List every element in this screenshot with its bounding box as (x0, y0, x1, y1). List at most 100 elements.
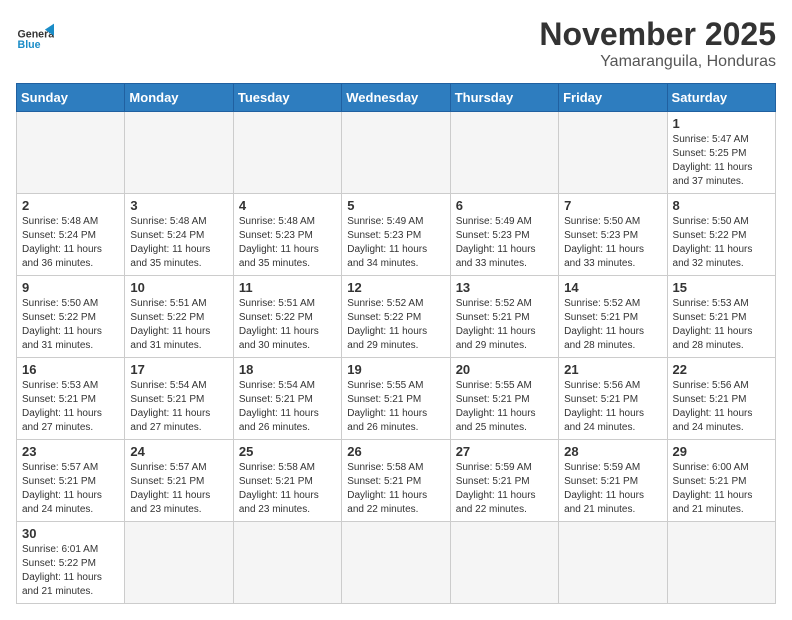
calendar-day-cell: 14 Sunrise: 5:52 AM Sunset: 5:21 PM Dayli… (559, 276, 667, 358)
location: Yamaranguila, Honduras (539, 53, 776, 71)
day-info: Sunrise: 6:00 AM Sunset: 5:21 PM Dayligh… (673, 461, 770, 517)
calendar-day-cell (17, 112, 125, 194)
day-info: Sunrise: 5:54 AM Sunset: 5:21 PM Dayligh… (130, 379, 227, 435)
day-number: 21 (564, 362, 661, 377)
day-info: Sunrise: 5:47 AM Sunset: 5:25 PM Dayligh… (673, 133, 770, 189)
calendar-day-cell (125, 112, 233, 194)
weekday-monday: Monday (125, 84, 233, 112)
day-number: 12 (347, 280, 444, 295)
day-info: Sunrise: 5:52 AM Sunset: 5:21 PM Dayligh… (564, 297, 661, 353)
calendar-day-cell (667, 522, 775, 604)
calendar-day-cell: 10 Sunrise: 5:51 AM Sunset: 5:22 PM Dayli… (125, 276, 233, 358)
day-number: 22 (673, 362, 770, 377)
weekday-saturday: Saturday (667, 84, 775, 112)
day-number: 15 (673, 280, 770, 295)
day-number: 30 (22, 526, 119, 541)
day-number: 2 (22, 198, 119, 213)
calendar-day-cell: 21 Sunrise: 5:56 AM Sunset: 5:21 PM Dayli… (559, 358, 667, 440)
day-number: 29 (673, 444, 770, 459)
calendar-day-cell: 27Sunrise: 5:59 AM Sunset: 5:21 PM Dayli… (450, 440, 558, 522)
weekday-tuesday: Tuesday (233, 84, 341, 112)
logo: General Blue (16, 16, 54, 54)
calendar-week-row: 2 Sunrise: 5:48 AM Sunset: 5:24 PM Daylig… (17, 194, 776, 276)
calendar-day-cell: 30 Sunrise: 6:01 AM Sunset: 5:22 PM Dayli… (17, 522, 125, 604)
day-number: 5 (347, 198, 444, 213)
day-info: Sunrise: 5:58 AM Sunset: 5:21 PM Dayligh… (239, 461, 336, 517)
day-number: 19 (347, 362, 444, 377)
page-header: General Blue November 2025 Yamaranguila,… (16, 16, 776, 71)
day-info: Sunrise: 5:56 AM Sunset: 5:21 PM Dayligh… (564, 379, 661, 435)
day-info: Sunrise: 5:48 AM Sunset: 5:24 PM Dayligh… (130, 215, 227, 271)
calendar-day-cell (342, 112, 450, 194)
calendar-day-cell: 19 Sunrise: 5:55 AM Sunset: 5:21 PM Dayli… (342, 358, 450, 440)
day-info: Sunrise: 5:52 AM Sunset: 5:22 PM Dayligh… (347, 297, 444, 353)
calendar-day-cell: 25 Sunrise: 5:58 AM Sunset: 5:21 PM Dayli… (233, 440, 341, 522)
day-number: 11 (239, 280, 336, 295)
day-info: Sunrise: 5:48 AM Sunset: 5:24 PM Dayligh… (22, 215, 119, 271)
day-info: Sunrise: 5:48 AM Sunset: 5:23 PM Dayligh… (239, 215, 336, 271)
day-number: 14 (564, 280, 661, 295)
calendar-day-cell: 29 Sunrise: 6:00 AM Sunset: 5:21 PM Dayli… (667, 440, 775, 522)
day-number: 24 (130, 444, 227, 459)
day-number: 18 (239, 362, 336, 377)
calendar-week-row: 16Sunrise: 5:53 AM Sunset: 5:21 PM Dayli… (17, 358, 776, 440)
day-info: Sunrise: 5:57 AM Sunset: 5:21 PM Dayligh… (22, 461, 119, 517)
weekday-wednesday: Wednesday (342, 84, 450, 112)
day-number: 9 (22, 280, 119, 295)
calendar-day-cell (342, 522, 450, 604)
day-info: Sunrise: 5:53 AM Sunset: 5:21 PM Dayligh… (22, 379, 119, 435)
calendar-day-cell (450, 112, 558, 194)
day-number: 6 (456, 198, 553, 213)
weekday-header-row: SundayMondayTuesdayWednesdayThursdayFrid… (17, 84, 776, 112)
day-number: 25 (239, 444, 336, 459)
day-number: 10 (130, 280, 227, 295)
day-info: Sunrise: 5:54 AM Sunset: 5:21 PM Dayligh… (239, 379, 336, 435)
day-info: Sunrise: 5:55 AM Sunset: 5:21 PM Dayligh… (347, 379, 444, 435)
calendar-week-row: 30 Sunrise: 6:01 AM Sunset: 5:22 PM Dayli… (17, 522, 776, 604)
day-info: Sunrise: 5:50 AM Sunset: 5:22 PM Dayligh… (673, 215, 770, 271)
day-number: 4 (239, 198, 336, 213)
calendar-day-cell: 1 Sunrise: 5:47 AM Sunset: 5:25 PM Daylig… (667, 112, 775, 194)
day-info: Sunrise: 5:56 AM Sunset: 5:21 PM Dayligh… (673, 379, 770, 435)
calendar-day-cell: 17Sunrise: 5:54 AM Sunset: 5:21 PM Dayli… (125, 358, 233, 440)
day-number: 3 (130, 198, 227, 213)
calendar-day-cell: 11 Sunrise: 5:51 AM Sunset: 5:22 PM Dayli… (233, 276, 341, 358)
calendar-day-cell: 9 Sunrise: 5:50 AM Sunset: 5:22 PM Daylig… (17, 276, 125, 358)
weekday-friday: Friday (559, 84, 667, 112)
calendar-day-cell: 15Sunrise: 5:53 AM Sunset: 5:21 PM Dayli… (667, 276, 775, 358)
day-number: 27 (456, 444, 553, 459)
day-number: 28 (564, 444, 661, 459)
weekday-thursday: Thursday (450, 84, 558, 112)
day-info: Sunrise: 5:50 AM Sunset: 5:23 PM Dayligh… (564, 215, 661, 271)
calendar-day-cell (559, 522, 667, 604)
svg-text:Blue: Blue (18, 39, 41, 51)
day-info: Sunrise: 5:58 AM Sunset: 5:21 PM Dayligh… (347, 461, 444, 517)
calendar-day-cell (233, 112, 341, 194)
day-info: Sunrise: 5:52 AM Sunset: 5:21 PM Dayligh… (456, 297, 553, 353)
calendar-day-cell (450, 522, 558, 604)
day-number: 1 (673, 116, 770, 131)
day-number: 8 (673, 198, 770, 213)
day-number: 20 (456, 362, 553, 377)
day-info: Sunrise: 5:49 AM Sunset: 5:23 PM Dayligh… (456, 215, 553, 271)
day-info: Sunrise: 6:01 AM Sunset: 5:22 PM Dayligh… (22, 543, 119, 599)
day-info: Sunrise: 5:55 AM Sunset: 5:21 PM Dayligh… (456, 379, 553, 435)
calendar-week-row: 9 Sunrise: 5:50 AM Sunset: 5:22 PM Daylig… (17, 276, 776, 358)
logo-icon: General Blue (16, 16, 54, 54)
day-info: Sunrise: 5:51 AM Sunset: 5:22 PM Dayligh… (130, 297, 227, 353)
month-title: November 2025 (539, 16, 776, 53)
calendar-day-cell (233, 522, 341, 604)
calendar-day-cell: 13Sunrise: 5:52 AM Sunset: 5:21 PM Dayli… (450, 276, 558, 358)
calendar-day-cell: 22 Sunrise: 5:56 AM Sunset: 5:21 PM Dayli… (667, 358, 775, 440)
calendar-day-cell: 20 Sunrise: 5:55 AM Sunset: 5:21 PM Dayli… (450, 358, 558, 440)
day-number: 7 (564, 198, 661, 213)
calendar-day-cell: 24Sunrise: 5:57 AM Sunset: 5:21 PM Dayli… (125, 440, 233, 522)
title-block: November 2025 Yamaranguila, Honduras (539, 16, 776, 71)
calendar-day-cell: 7 Sunrise: 5:50 AM Sunset: 5:23 PM Daylig… (559, 194, 667, 276)
day-info: Sunrise: 5:50 AM Sunset: 5:22 PM Dayligh… (22, 297, 119, 353)
calendar-day-cell: 8 Sunrise: 5:50 AM Sunset: 5:22 PM Daylig… (667, 194, 775, 276)
calendar-day-cell: 28Sunrise: 5:59 AM Sunset: 5:21 PM Dayli… (559, 440, 667, 522)
day-info: Sunrise: 5:51 AM Sunset: 5:22 PM Dayligh… (239, 297, 336, 353)
calendar-day-cell: 5Sunrise: 5:49 AM Sunset: 5:23 PM Daylig… (342, 194, 450, 276)
day-number: 26 (347, 444, 444, 459)
